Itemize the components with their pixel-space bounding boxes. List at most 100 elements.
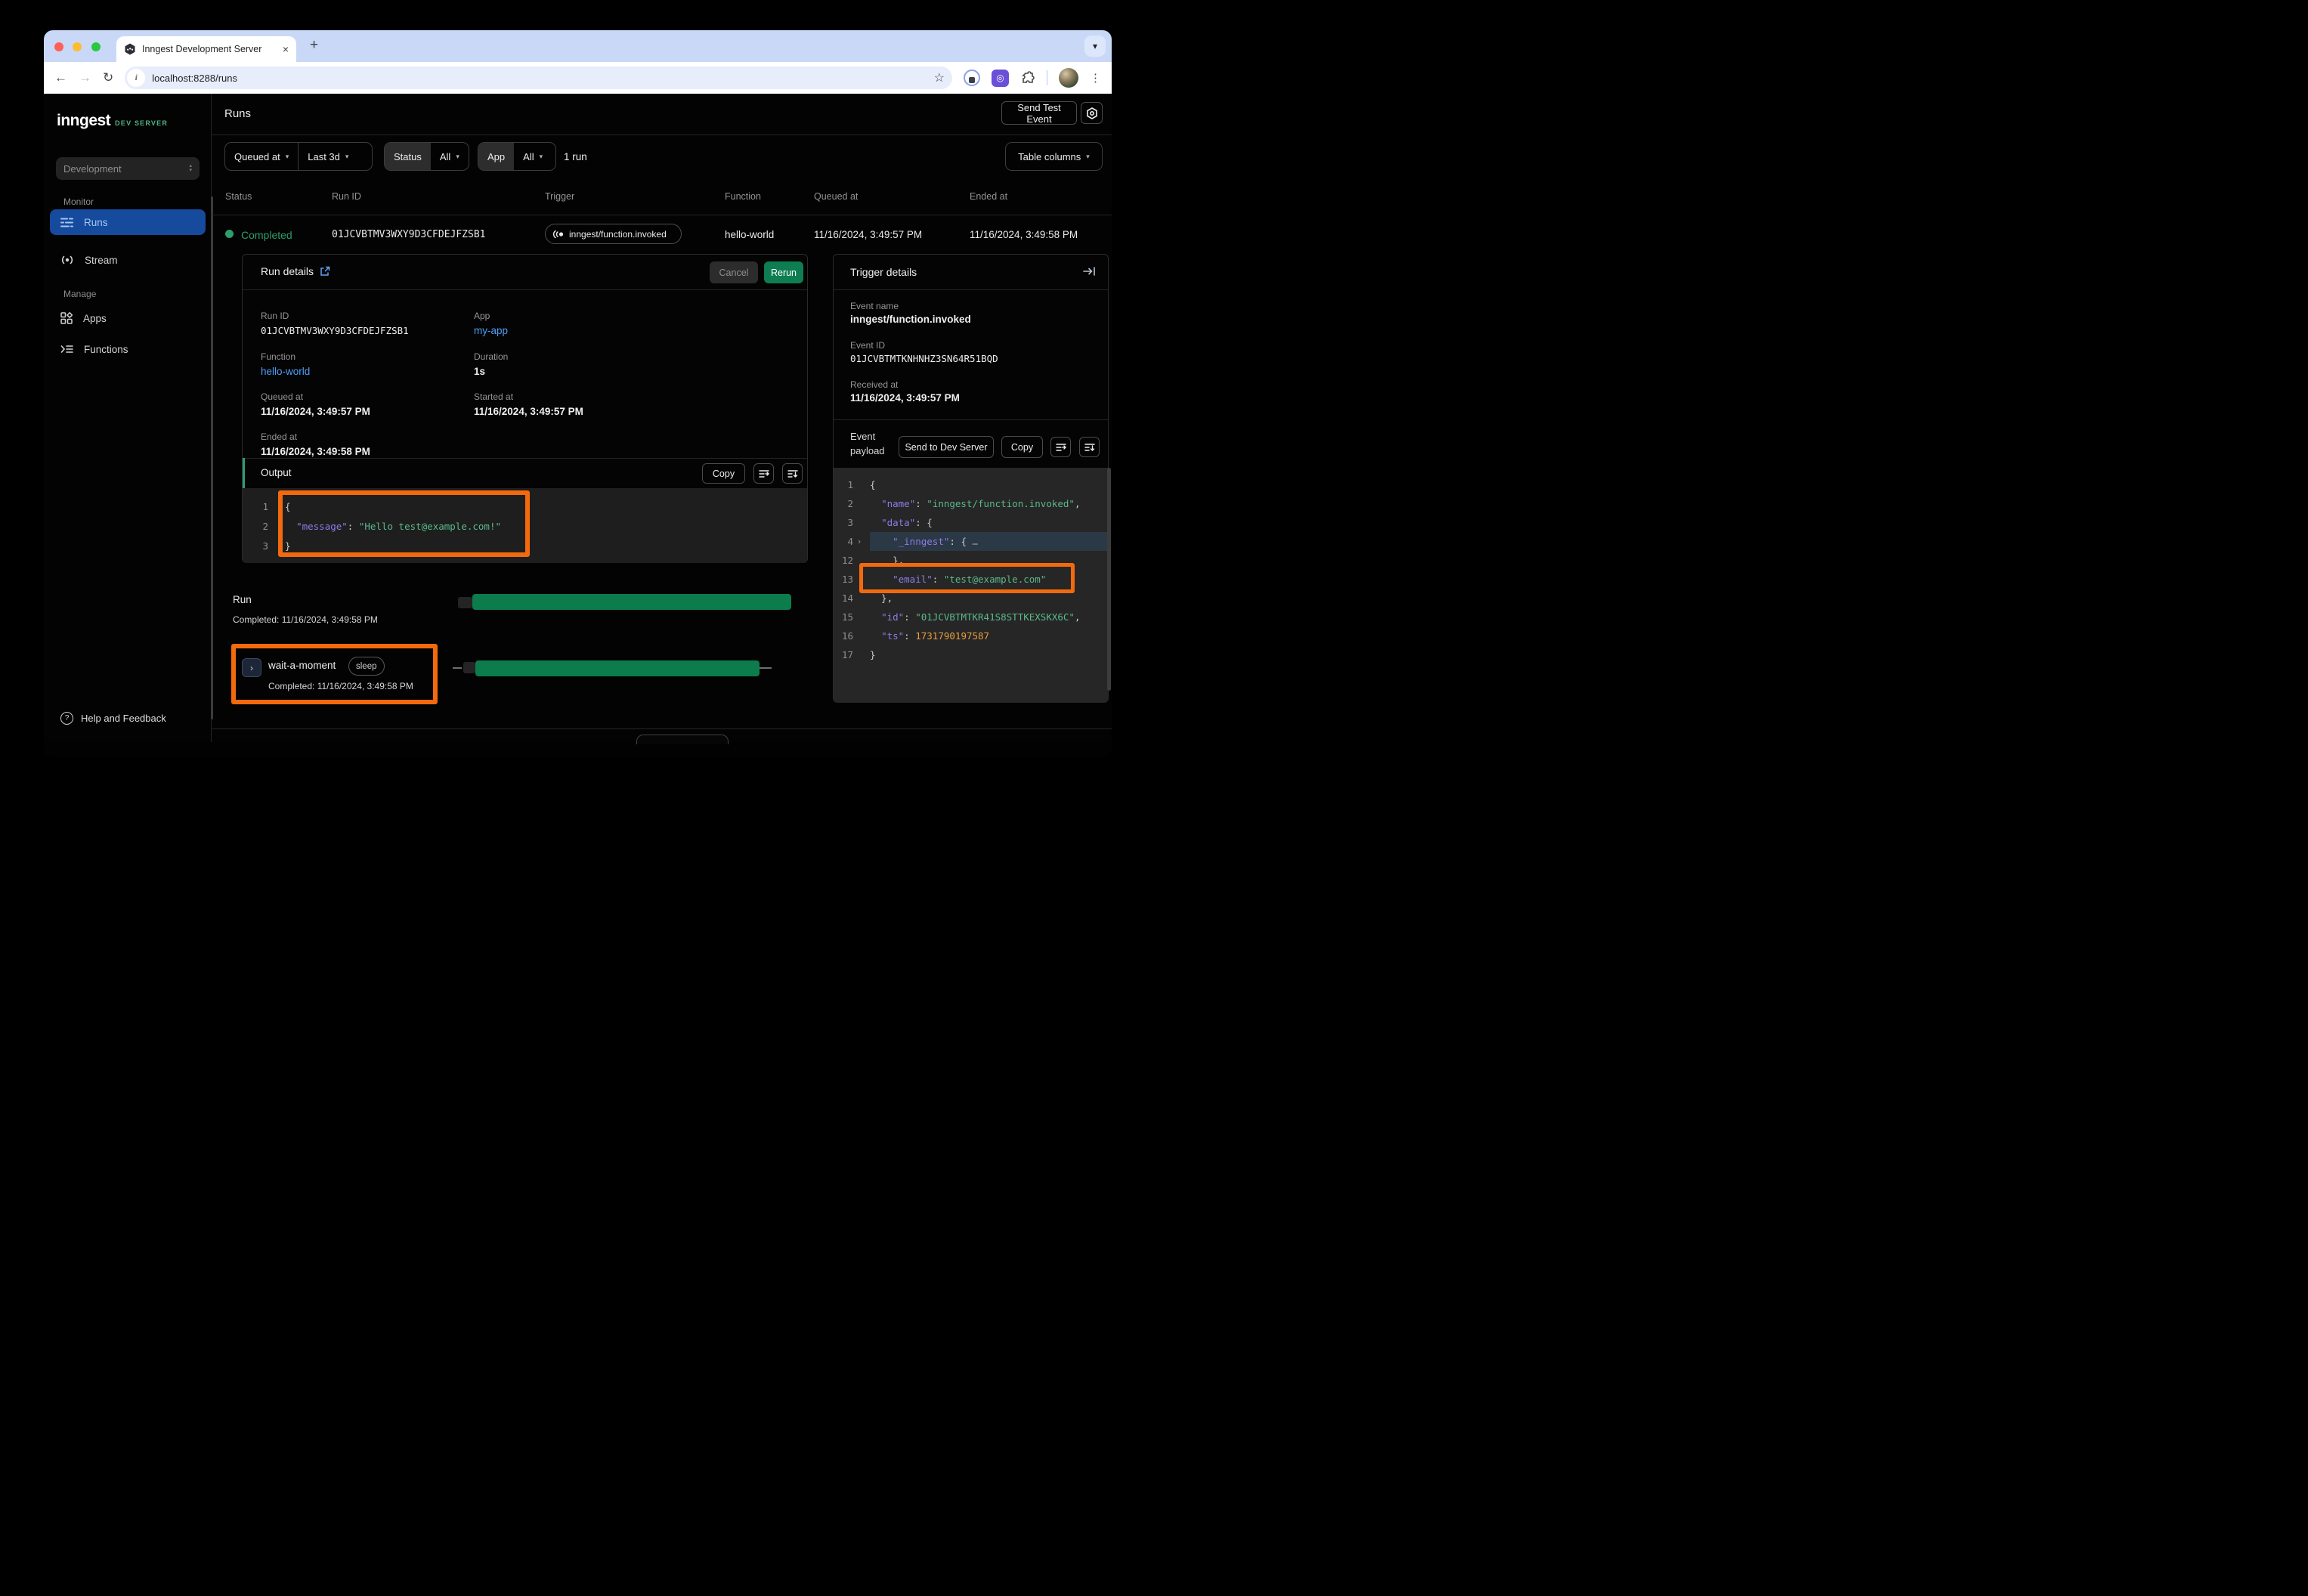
time-field-select[interactable]: Queued at ▾ xyxy=(225,143,298,170)
status-filter-value[interactable]: All ▾ xyxy=(431,143,469,170)
row-run-id: 01JCVBTMV3WXY9D3CFDEJFZSB1 xyxy=(332,229,486,240)
run-timeline-bar[interactable] xyxy=(472,594,791,610)
sidebar-item-runs[interactable]: Runs xyxy=(50,209,206,235)
highlight-box-step xyxy=(231,644,438,704)
code-line-4: 4› "_inngest": { … xyxy=(834,532,1108,551)
chevron-down-icon: ▾ xyxy=(345,153,349,161)
profile-avatar[interactable] xyxy=(1059,68,1078,88)
extension-icon[interactable]: ◎ xyxy=(992,70,1009,87)
time-filter[interactable]: Queued at ▾ Last 3d ▾ xyxy=(224,142,373,171)
column-header-ended[interactable]: Ended at xyxy=(970,191,1007,202)
queued-at-value: 11/16/2024, 3:49:57 PM xyxy=(261,406,370,417)
event-icon xyxy=(553,230,565,239)
scroll-to-bottom-button[interactable] xyxy=(782,463,803,484)
column-header-run-id[interactable]: Run ID xyxy=(332,191,361,202)
function-link[interactable]: hello-world xyxy=(261,366,310,377)
back-icon[interactable]: ← xyxy=(54,70,67,85)
forward-icon[interactable]: → xyxy=(79,70,91,85)
event-name-label: Event name xyxy=(850,301,899,311)
address-bar[interactable]: i localhost:8288/runs ☆ xyxy=(125,66,952,89)
help-and-feedback[interactable]: ? Help and Feedback xyxy=(60,712,166,725)
sidebar-item-label: Stream xyxy=(85,255,118,266)
trigger-name: inngest/function.invoked xyxy=(569,229,667,240)
row-queued-at: 11/16/2024, 3:49:57 PM xyxy=(814,229,922,240)
status-value-label: All xyxy=(440,151,450,162)
external-link-icon[interactable] xyxy=(320,266,330,277)
app-link[interactable]: my-app xyxy=(474,325,508,336)
logo-row: inngestDEV SERVER xyxy=(57,112,168,130)
timeline-run-label[interactable]: Run xyxy=(233,594,252,605)
site-info-icon[interactable]: i xyxy=(127,69,145,87)
send-test-event-button[interactable]: Send Test Event xyxy=(1001,101,1077,125)
event-payload-title: Event payload xyxy=(850,429,897,458)
status-filter[interactable]: Status All ▾ xyxy=(384,142,469,171)
sidebar: inngestDEV SERVER Development ▴▾ Monitor… xyxy=(44,94,212,742)
app-filter-value[interactable]: All ▾ xyxy=(514,143,552,170)
sidebar-item-apps[interactable]: Apps xyxy=(50,305,206,331)
trigger-badge[interactable]: inngest/function.invoked xyxy=(545,224,682,244)
function-label: Function xyxy=(261,351,295,362)
payload-scrollbar-thumb[interactable] xyxy=(1107,468,1111,691)
column-header-status[interactable]: Status xyxy=(225,191,252,202)
time-range-label: Last 3d xyxy=(308,151,340,162)
reload-icon[interactable]: ↻ xyxy=(103,70,113,85)
runs-icon xyxy=(60,217,73,228)
maximize-window-button[interactable] xyxy=(91,42,101,51)
new-tab-button[interactable]: + xyxy=(310,37,318,54)
code-line-17: 17} xyxy=(834,645,1108,664)
rerun-button[interactable]: Rerun xyxy=(764,261,803,283)
minimize-window-button[interactable] xyxy=(73,42,82,51)
tab-search-chevron-icon[interactable]: ▾ xyxy=(1084,36,1106,57)
cancel-button[interactable]: Cancel xyxy=(710,261,758,283)
payload-scroll-bottom-button[interactable] xyxy=(1079,437,1100,457)
payload-word-wrap-button[interactable] xyxy=(1050,437,1071,457)
wrap-lines-icon xyxy=(1056,443,1066,452)
step-timeline-bar[interactable] xyxy=(475,660,760,676)
monitor-section-label: Monitor xyxy=(63,196,94,207)
scrollbar-thumb[interactable] xyxy=(211,196,213,719)
bookmark-star-icon[interactable]: ☆ xyxy=(934,70,945,85)
collapse-panel-icon[interactable] xyxy=(1083,266,1096,277)
code-line-1: 1{ xyxy=(834,475,1108,494)
event-name-value: inngest/function.invoked xyxy=(850,314,971,325)
step-bar-nub xyxy=(463,662,475,673)
cutoff-pill-button[interactable] xyxy=(636,735,729,744)
url-text[interactable]: localhost:8288/runs xyxy=(152,73,927,84)
time-range-select[interactable]: Last 3d ▾ xyxy=(298,143,357,170)
payload-divider xyxy=(834,419,1108,420)
password-manager-icon[interactable] xyxy=(964,70,980,86)
table-columns-button[interactable]: Table columns ▾ xyxy=(1005,142,1103,171)
sidebar-item-stream[interactable]: Stream xyxy=(50,247,206,273)
browser-tab[interactable]: Inngest Development Server × xyxy=(116,36,296,62)
help-label: Help and Feedback xyxy=(81,713,166,724)
app-filter[interactable]: App All ▾ xyxy=(478,142,556,171)
page-title: Runs xyxy=(224,107,251,120)
scroll-down-icon xyxy=(1084,443,1095,452)
close-window-button[interactable] xyxy=(54,42,63,51)
word-wrap-button[interactable] xyxy=(753,463,774,484)
duration-label: Duration xyxy=(474,351,508,362)
column-header-queued[interactable]: Queued at xyxy=(814,191,858,202)
app-filter-label: App xyxy=(478,143,514,170)
card-divider xyxy=(243,289,807,290)
copy-output-button[interactable]: Copy xyxy=(702,463,745,484)
sidebar-item-label: Runs xyxy=(84,217,108,228)
expand-json-chevron-icon[interactable]: › xyxy=(853,537,865,546)
wrap-lines-icon xyxy=(759,469,769,478)
output-accent-bar xyxy=(243,458,245,488)
copy-payload-button[interactable]: Copy xyxy=(1001,436,1043,458)
settings-button[interactable] xyxy=(1081,102,1103,124)
environment-selector[interactable]: Development ▴▾ xyxy=(56,157,200,180)
browser-tab-strip: Inngest Development Server × + ▾ xyxy=(44,30,1112,62)
browser-menu-icon[interactable]: ⋮ xyxy=(1090,71,1101,85)
tab-close-icon[interactable]: × xyxy=(283,43,289,55)
run-id-value: 01JCVBTMV3WXY9D3CFDEJFZSB1 xyxy=(261,325,409,336)
send-to-dev-server-button[interactable]: Send to Dev Server xyxy=(899,436,994,458)
status-filter-label: Status xyxy=(385,143,431,170)
inngest-app: inngestDEV SERVER Development ▴▾ Monitor… xyxy=(44,94,1112,742)
sidebar-item-functions[interactable]: Functions xyxy=(50,336,206,362)
column-header-trigger[interactable]: Trigger xyxy=(545,191,574,202)
ended-at-value: 11/16/2024, 3:49:58 PM xyxy=(261,446,370,457)
column-header-function[interactable]: Function xyxy=(725,191,761,202)
extensions-puzzle-icon[interactable] xyxy=(1020,70,1035,85)
